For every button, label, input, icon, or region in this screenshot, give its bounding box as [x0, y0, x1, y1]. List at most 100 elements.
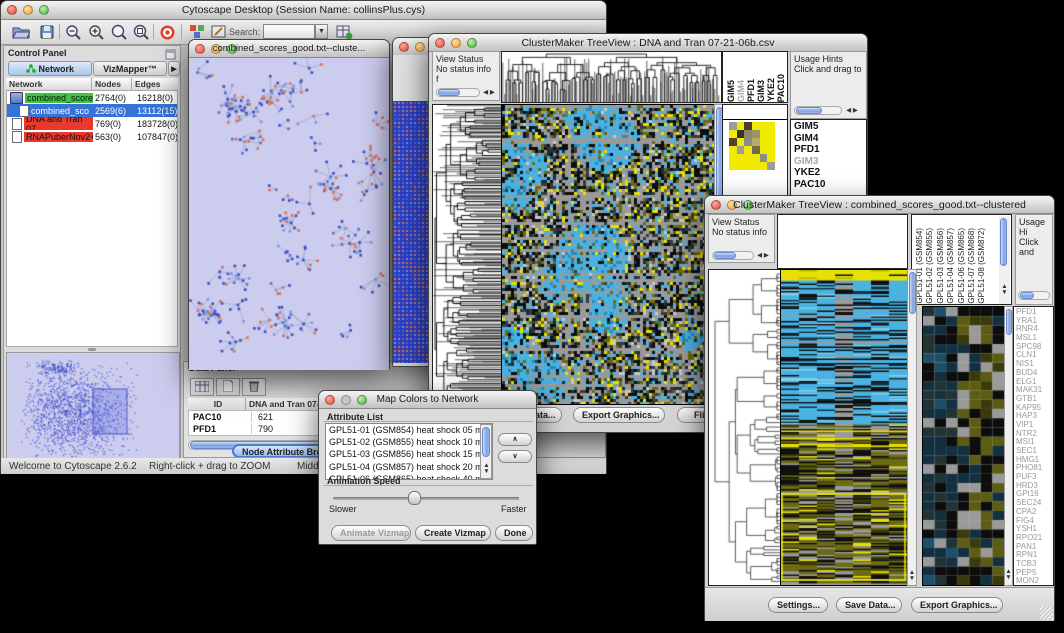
new-attribute-icon[interactable] [216, 378, 240, 396]
view-status-hscrollbar[interactable] [712, 251, 754, 260]
heatmap-canvas[interactable] [501, 104, 715, 405]
zoom-fit-icon[interactable] [131, 23, 151, 41]
gene-label[interactable]: YKE2 [794, 167, 866, 179]
search-input[interactable] [263, 24, 315, 39]
done-button[interactable]: Done [495, 525, 533, 541]
matrix-cell[interactable] [737, 162, 745, 170]
gene-label[interactable]: GIM4 [794, 133, 866, 145]
matrix-cell[interactable] [744, 154, 752, 162]
column-label[interactable]: GIM3 [756, 80, 766, 102]
view-status-hscrollbar[interactable] [436, 88, 480, 97]
map-colors-dialog[interactable]: Map Colors to Network Attribute List GPL… [318, 390, 537, 545]
close-button[interactable] [399, 42, 409, 52]
save-icon[interactable] [37, 23, 57, 41]
main-titlebar[interactable]: Cytoscape Desktop (Session Name: collins… [1, 1, 606, 20]
data-col-id[interactable]: ID [188, 398, 246, 410]
column-label[interactable]: GPL51-07 (GSM868) [967, 228, 977, 304]
matrix-cell[interactable] [767, 146, 775, 154]
create-vizmap-button[interactable]: Create Vizmap [415, 525, 491, 541]
help-lifesaver-icon[interactable] [157, 23, 177, 41]
save-data-button[interactable]: Save Data... [836, 597, 902, 613]
attribute-list-item[interactable]: GPL51-02 (GSM855) heat shock 10 min [326, 436, 492, 448]
network-view-titlebar[interactable]: combined_scores_good.txt--cluste... [189, 40, 389, 58]
export-graphics-button[interactable]: Export Graphics... [911, 597, 1003, 613]
matrix-cell[interactable] [737, 122, 745, 130]
matrix-cell[interactable] [767, 122, 775, 130]
column-labels-vscrollbar[interactable]: ▲▼ [999, 216, 1010, 304]
network-tree-row[interactable]: DNA and Tran 07 769(0) 183728(0) [7, 117, 177, 130]
zoom-out-icon[interactable] [63, 23, 83, 41]
attribute-list-item[interactable]: GPL51-04 (GSM857) heat shock 20 min [326, 461, 492, 473]
matrix-cell[interactable] [737, 130, 745, 138]
network-overview-canvas[interactable] [6, 352, 180, 460]
matrix-cell[interactable] [752, 130, 760, 138]
gene-labels-panel[interactable]: PFD1YRA1RNR4MSL1SPC98CLN1NIS1BUD4ELG1MAK… [1013, 306, 1054, 586]
scroll-arrows[interactable]: ◀ ▶ [844, 108, 860, 114]
column-labels[interactable]: GPL51-01 (GSM854)GPL51-02 (GSM855)GPL51-… [915, 215, 997, 304]
matrix-cell[interactable] [737, 154, 745, 162]
treeview2-titlebar[interactable]: ClusterMaker TreeView : combined_scores_… [705, 196, 1054, 214]
usage-hints-hscrollbar[interactable] [794, 106, 842, 115]
zoom-selected-icon[interactable] [109, 23, 129, 41]
slider-thumb[interactable] [408, 491, 421, 505]
tab-vizmapper[interactable]: VizMapper™ [93, 61, 167, 76]
column-label[interactable]: GPL51-02 (GSM855) [925, 228, 935, 304]
delete-attribute-trash-icon[interactable] [242, 378, 266, 396]
col-header-edges[interactable]: Edges [132, 78, 178, 90]
column-label[interactable]: GPL51-08 (GSM872) [977, 228, 987, 304]
column-label[interactable]: PAC10 [776, 74, 786, 102]
matrix-cell[interactable] [744, 162, 752, 170]
matrix-cell[interactable] [729, 138, 737, 146]
move-down-button[interactable]: ∨ [498, 450, 532, 463]
matrix-cell[interactable] [744, 138, 752, 146]
network-tree-table[interactable]: combined_scores 2764(0) 16218(0) combine… [6, 90, 178, 347]
matrix-cell[interactable] [744, 122, 752, 130]
matrix-cell[interactable] [729, 130, 737, 138]
matrix-cell[interactable] [767, 162, 775, 170]
splitter-handle[interactable] [88, 348, 96, 351]
network-tree-row[interactable]: RNAPuberNov2+ 563(0) 107847(0) [7, 130, 177, 143]
matrix-cell[interactable] [752, 162, 760, 170]
scroll-arrows[interactable]: ◀ ▶ [482, 90, 496, 96]
search-dropdown-arrow-icon[interactable]: ▼ [315, 24, 328, 39]
column-label[interactable]: GPL51-04 (GSM857) [946, 228, 956, 304]
settings-button[interactable]: Settings... [768, 597, 828, 613]
column-dendrogram-canvas[interactable] [501, 51, 722, 103]
attribute-list-item[interactable]: GPL51-03 (GSM856) heat shock 15 min [326, 448, 492, 460]
row-dendrogram-canvas[interactable] [708, 269, 781, 586]
col-header-network[interactable]: Network [6, 78, 92, 90]
matrix-cell[interactable] [744, 146, 752, 154]
attribute-list-item[interactable]: GPL51-01 (GSM854) heat shock 05 min [326, 424, 492, 436]
animate-vizmap-button[interactable]: Animate Vizmap [331, 525, 411, 541]
zoom-heatmap-canvas[interactable] [922, 306, 1005, 586]
network-tree-row[interactable]: combined_scores 2764(0) 16218(0) [7, 91, 177, 104]
matrix-cell[interactable] [744, 130, 752, 138]
row-dendrogram-canvas[interactable] [432, 104, 502, 405]
resize-grip[interactable] [1040, 607, 1053, 620]
column-dendrogram-panel[interactable] [777, 214, 908, 269]
treeview2-window[interactable]: ClusterMaker TreeView : combined_scores_… [704, 195, 1055, 621]
column-label[interactable]: PFD1 [746, 79, 756, 102]
column-label[interactable]: GPL51-03 (GSM856) [936, 228, 946, 304]
matrix-cell[interactable] [760, 122, 768, 130]
matrix-cell[interactable] [760, 130, 768, 138]
scroll-arrows[interactable]: ◀ ▶ [756, 253, 770, 259]
usage-hints-hscrollbar[interactable] [1018, 291, 1050, 300]
attribute-list-vscrollbar[interactable]: ▲▼ [480, 424, 492, 479]
matrix-cell[interactable] [760, 138, 768, 146]
zoom-in-icon[interactable] [86, 23, 106, 41]
matrix-cell[interactable] [752, 146, 760, 154]
matrix-cell[interactable] [752, 138, 760, 146]
gene-label[interactable]: GIM5 [794, 121, 866, 133]
column-label[interactable]: GIM5 [726, 80, 736, 102]
column-label[interactable]: GPL51-06 (GSM865) [957, 228, 967, 304]
matrix-cell[interactable] [737, 138, 745, 146]
matrix-cell[interactable] [767, 154, 775, 162]
select-attributes-icon[interactable] [190, 378, 214, 396]
matrix-cell[interactable] [729, 162, 737, 170]
matrix-cell[interactable] [760, 146, 768, 154]
matrix-cell[interactable] [729, 146, 737, 154]
gene-label[interactable]: MON2 [1016, 577, 1053, 586]
matrix-cell[interactable] [760, 162, 768, 170]
matrix-cell[interactable] [752, 154, 760, 162]
